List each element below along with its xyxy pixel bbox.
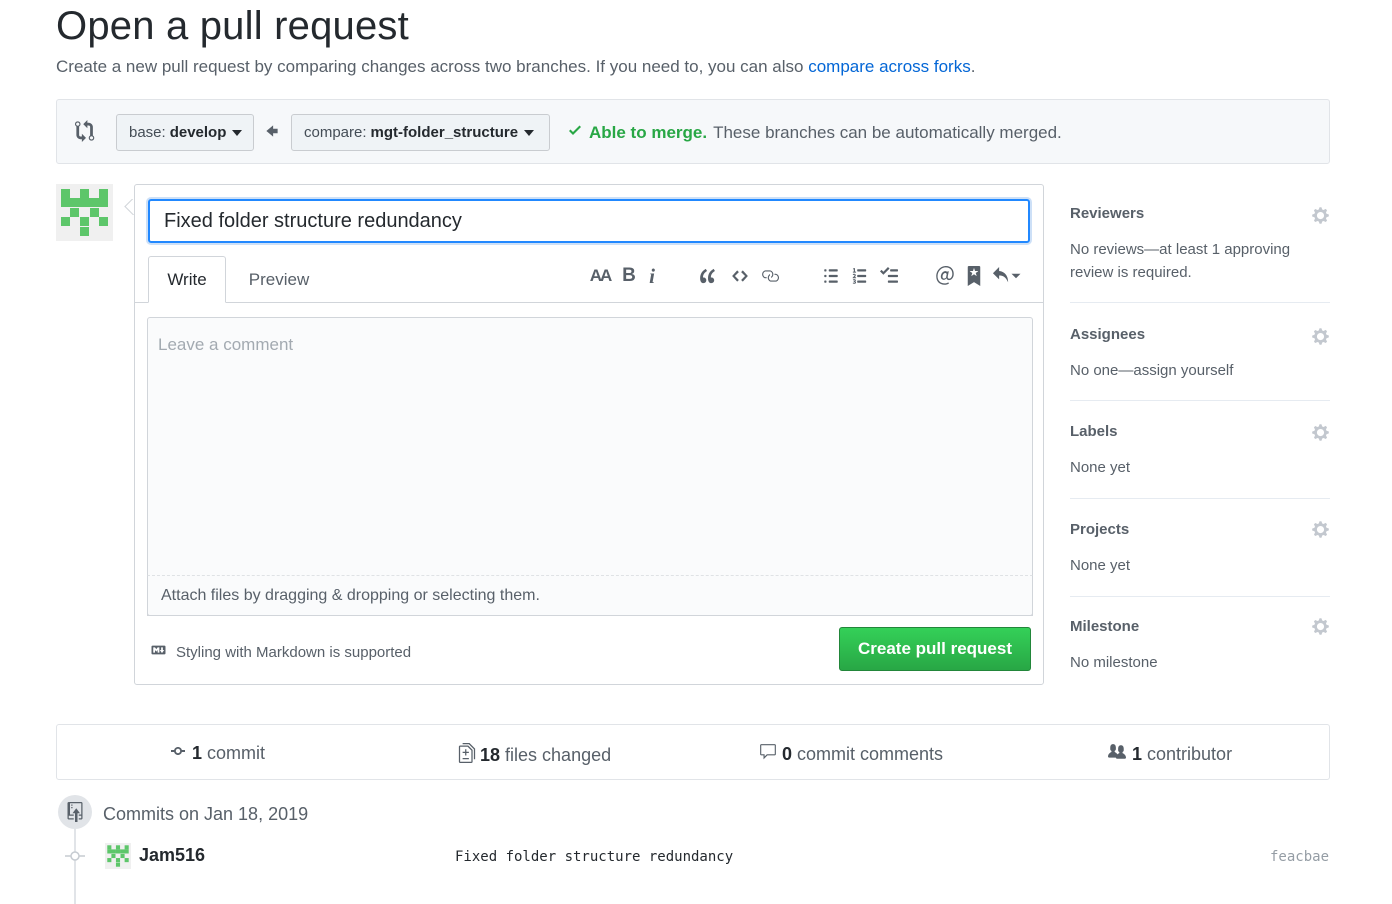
gear-icon[interactable]: [1311, 520, 1330, 539]
bookmark-icon[interactable]: [965, 264, 983, 288]
assignees-heading[interactable]: Assignees: [1070, 326, 1145, 343]
people-icon: [1106, 743, 1132, 766]
mention-icon[interactable]: [934, 264, 956, 288]
code-icon[interactable]: [729, 264, 751, 288]
compare-across-forks-link[interactable]: compare across forks: [808, 57, 971, 76]
repo-push-icon: [58, 795, 92, 829]
commits-date-heading: Commits on Jan 18, 2019: [103, 804, 309, 824]
sidebar-reviewers: Reviewers No reviews—at least 1 approvin…: [1070, 195, 1330, 303]
comments-label: commit comments: [797, 744, 944, 764]
files-changed-tab[interactable]: 18 files changed: [458, 743, 611, 768]
reviewers-heading[interactable]: Reviewers: [1070, 205, 1144, 222]
comment-placeholder: Leave a comment: [158, 335, 294, 354]
bold-icon[interactable]: B: [621, 264, 637, 288]
git-compare-icon: [75, 120, 97, 142]
commit-node-icon: [65, 848, 85, 864]
arrow-left-icon: [264, 122, 282, 140]
pr-title-input[interactable]: Fixed folder structure redundancy: [148, 199, 1030, 243]
gear-icon[interactable]: [1311, 206, 1330, 225]
subtitle-text: Create a new pull request by comparing c…: [56, 57, 809, 76]
comment-icon: [758, 743, 782, 766]
gear-icon[interactable]: [1311, 617, 1330, 636]
compare-branch-select[interactable]: compare: mgt-folder_structure: [291, 114, 550, 151]
commit-author-link[interactable]: Jam516: [139, 845, 205, 866]
base-prefix: base:: [129, 124, 166, 141]
commit-author-avatar[interactable]: [105, 843, 131, 869]
base-branch-name: develop: [169, 124, 227, 141]
header-text-icon[interactable]: AA: [588, 264, 613, 288]
compare-branch-name: mgt-folder_structure: [370, 124, 519, 141]
markdown-icon: [148, 643, 176, 661]
subtitle-end: .: [970, 57, 976, 76]
attach-files-bar[interactable]: Attach files by dragging & dropping or s…: [147, 575, 1033, 616]
create-pull-request-button[interactable]: Create pull request: [839, 627, 1031, 671]
tab-preview[interactable]: Preview: [235, 256, 323, 303]
projects-value: None yet: [1070, 557, 1131, 574]
contributors-tab[interactable]: 1 contributor: [1106, 743, 1232, 766]
bulleted-list-icon[interactable]: [820, 264, 842, 288]
commits-count: 1: [192, 743, 203, 763]
markdown-note: Styling with Markdown is supported: [148, 643, 411, 661]
chevron-down-icon: [524, 130, 535, 136]
page-subtitle: Create a new pull request by comparing c…: [56, 57, 975, 77]
branch-range-bar: base: develop compare: mgt-folder_struct…: [56, 99, 1330, 164]
gear-icon[interactable]: [1311, 423, 1330, 442]
milestone-heading[interactable]: Milestone: [1070, 618, 1139, 635]
sidebar-projects: Projects None yet: [1070, 499, 1330, 597]
milestone-value: No milestone: [1070, 654, 1158, 671]
compare-prefix: compare:: [304, 124, 367, 141]
link-icon[interactable]: [758, 264, 782, 288]
chevron-down-icon: [232, 130, 243, 136]
numbered-list-icon[interactable]: [849, 264, 871, 288]
reply-icon[interactable]: [991, 264, 1023, 288]
pull-request-composer: Fixed folder structure redundancy Write …: [134, 184, 1044, 685]
merge-description: These branches can be automatically merg…: [713, 122, 1062, 142]
commit-sha-link[interactable]: feacbae: [1270, 849, 1329, 865]
commits-label: commit: [207, 743, 266, 763]
commit-message-link[interactable]: Fixed folder structure redundancy: [455, 849, 733, 865]
contributors-count: 1: [1132, 744, 1143, 764]
assign-yourself-link[interactable]: No one—assign yourself: [1070, 359, 1233, 382]
labels-value: None yet: [1070, 459, 1131, 476]
quote-icon[interactable]: [697, 264, 719, 288]
task-list-icon[interactable]: [877, 264, 901, 288]
files-count: 18: [480, 745, 501, 765]
commit-comments-tab[interactable]: 0 commit comments: [758, 743, 943, 766]
italic-icon[interactable]: i: [645, 264, 659, 288]
projects-heading[interactable]: Projects: [1070, 521, 1129, 538]
check-icon: [567, 122, 583, 143]
contributors-label: contributor: [1147, 744, 1233, 764]
sidebar-milestone: Milestone No milestone: [1070, 597, 1330, 687]
gear-icon[interactable]: [1311, 327, 1330, 346]
merge-status: Able to merge. These branches can be aut…: [567, 122, 1062, 143]
reviewers-value: No reviews—at least 1 approving review i…: [1070, 241, 1291, 281]
base-branch-select[interactable]: base: develop: [116, 114, 254, 151]
tab-write[interactable]: Write: [148, 256, 226, 303]
timeline-line: [74, 826, 76, 904]
pr-summary-bar: 1 commit 18 files changed 0 commit comme…: [56, 724, 1330, 780]
files-label: files changed: [505, 745, 612, 765]
avatar[interactable]: [56, 184, 113, 241]
commit-icon: [168, 743, 192, 764]
file-diff-icon: [458, 743, 480, 768]
comments-count: 0: [782, 744, 793, 764]
markdown-note-text: Styling with Markdown is supported: [176, 643, 412, 661]
comment-textarea[interactable]: Leave a comment: [147, 317, 1033, 616]
labels-heading[interactable]: Labels: [1070, 423, 1118, 440]
commits-tab[interactable]: 1 commit: [168, 743, 265, 764]
sidebar-assignees: Assignees No one—assign yourself: [1070, 303, 1330, 401]
merge-ok-text: Able to merge.: [589, 122, 708, 142]
sidebar-labels: Labels None yet: [1070, 401, 1330, 499]
page-title: Open a pull request: [56, 4, 409, 48]
